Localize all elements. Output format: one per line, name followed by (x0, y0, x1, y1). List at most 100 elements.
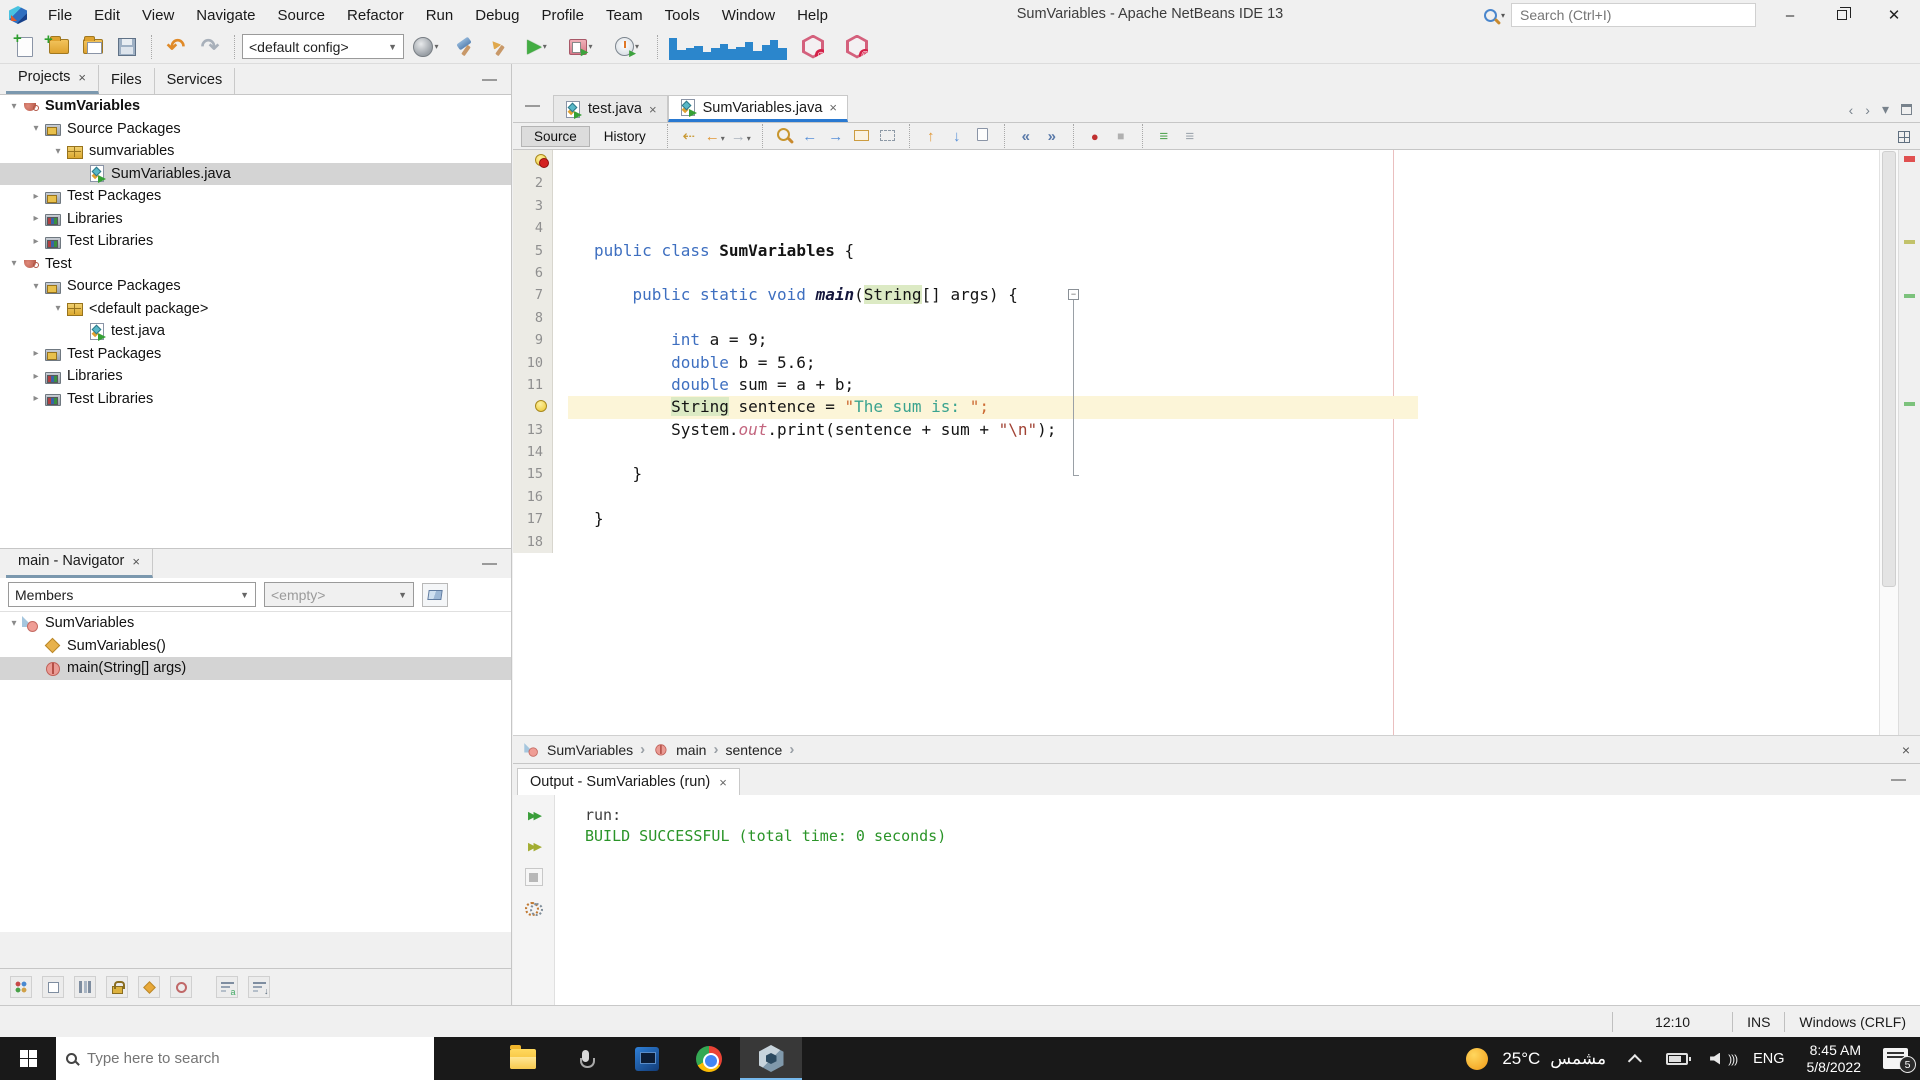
taskbar-search[interactable] (56, 1037, 434, 1080)
code-line-2[interactable]: 2 (513, 172, 1920, 195)
search-icon[interactable] (1483, 8, 1497, 22)
previous-occurrence-icon[interactable]: ← (798, 129, 822, 144)
tree-expand-icon[interactable]: ▾ (6, 618, 22, 629)
navigator-view-select[interactable]: Members ▼ (8, 582, 256, 607)
tree-expand-icon[interactable]: ▸ (28, 191, 44, 202)
undo-button[interactable]: ↶ (159, 33, 193, 61)
fold-column[interactable] (553, 172, 568, 194)
move-up-icon[interactable]: ↑ (919, 129, 943, 144)
filter-constructors-button[interactable] (138, 976, 160, 998)
gutter-line-18[interactable]: 18 (513, 530, 553, 554)
fold-column[interactable] (553, 329, 568, 351)
code-line-8[interactable]: 8 (513, 306, 1920, 330)
editor-tab-test-java[interactable]: test.java × (553, 95, 668, 122)
tree-item-test-libraries[interactable]: ▸ Test Libraries (0, 230, 511, 253)
gutter-line-10[interactable]: 10 (513, 351, 553, 374)
close-icon[interactable]: × (649, 102, 657, 117)
menu-help[interactable]: Help (786, 2, 839, 29)
rerun-button[interactable]: ▶▶ (522, 804, 546, 826)
source-view-button[interactable]: Source (521, 125, 590, 147)
gutter-line-3[interactable]: 3 (513, 194, 553, 218)
fold-column[interactable] (553, 396, 568, 418)
run-project-button[interactable]: ▶ ▾ (516, 33, 558, 61)
next-occurrence-icon[interactable]: → (824, 129, 848, 144)
fold-column[interactable] (553, 352, 568, 374)
fold-column[interactable] (553, 463, 568, 485)
tree-item-source-packages[interactable]: ▾ Source Packages (0, 118, 511, 141)
code-line-6[interactable]: 6 (513, 261, 1920, 285)
fold-collapse-icon[interactable]: − (1068, 289, 1079, 301)
tree-item-test[interactable]: ▾ Test (0, 253, 511, 276)
filter-supertypes-button[interactable] (170, 976, 192, 998)
filter-static-members-button[interactable] (74, 976, 96, 998)
code-editor[interactable]: 2 3 4 5 public class SumVariables {6 7 public… (513, 150, 1920, 735)
gutter-line-8[interactable]: 8 (513, 306, 553, 330)
navigator-inspect-select[interactable]: <empty> ▼ (264, 582, 414, 607)
menu-tools[interactable]: Tools (654, 2, 711, 29)
notification-center-icon[interactable]: 5 (1883, 1048, 1916, 1073)
menu-navigate[interactable]: Navigate (185, 2, 266, 29)
fold-column[interactable] (553, 284, 568, 306)
status-line-ending[interactable]: Windows (CRLF) (1784, 1011, 1920, 1032)
close-icon[interactable]: × (719, 775, 727, 790)
close-breadcrumb-icon[interactable]: × (1902, 742, 1910, 758)
menu-profile[interactable]: Profile (530, 2, 595, 29)
filter-inherited-members-button[interactable] (10, 976, 32, 998)
weather-sun-icon[interactable] (1466, 1047, 1489, 1070)
fold-column[interactable] (553, 486, 568, 508)
tab-services[interactable]: Services (155, 68, 236, 94)
filter-non-public-button[interactable] (106, 976, 128, 998)
weather-label[interactable]: مشمس (1550, 1049, 1606, 1069)
tree-item-main-string-args-[interactable]: main(String[] args) (0, 657, 511, 680)
tree-item-test-libraries[interactable]: ▸ Test Libraries (0, 388, 511, 411)
profile-project-button[interactable]: ▾ (604, 33, 650, 61)
scroll-tabs-left-icon[interactable]: ‹ (1849, 102, 1854, 118)
uncomment-icon[interactable]: ≡ (1178, 129, 1202, 144)
move-down-icon[interactable]: ↓ (945, 129, 969, 144)
fold-column[interactable] (553, 195, 568, 217)
restore-button[interactable] (1816, 0, 1868, 30)
split-document-icon[interactable] (1898, 131, 1910, 143)
code-line-4[interactable]: 4 (513, 217, 1920, 240)
comment-icon[interactable]: ≡ (1152, 129, 1176, 144)
gutter-line-5[interactable]: 5 (513, 239, 553, 262)
gutter-line-16[interactable]: 16 (513, 485, 553, 509)
taskbar-movies-app[interactable] (616, 1037, 678, 1080)
code-line-18[interactable]: 18 (513, 530, 1920, 554)
set-configuration-button[interactable]: ▾ (404, 33, 448, 61)
code-line-16[interactable]: 16 (513, 485, 1920, 509)
error-bulb-icon[interactable] (534, 154, 549, 168)
tab-list-dropdown-icon[interactable]: ▾ (1882, 101, 1889, 118)
duplicate-line-icon[interactable] (971, 128, 995, 144)
minimize-editor-group-icon[interactable]: — (525, 97, 540, 114)
save-all-button[interactable] (110, 33, 144, 61)
redo-button[interactable]: ↷ (193, 33, 227, 61)
gutter-line-15[interactable]: 15 (513, 463, 553, 486)
gutter-line-11[interactable]: 11 (513, 373, 553, 397)
tree-expand-icon[interactable]: ▸ (28, 393, 44, 404)
gutter-line-9[interactable]: 9 (513, 329, 553, 352)
tab-navigator[interactable]: main - Navigator × (6, 549, 153, 578)
fold-column[interactable] (553, 150, 568, 172)
fold-column[interactable] (553, 240, 568, 262)
sort-source-button[interactable] (248, 976, 270, 998)
taskbar-voice-recorder[interactable] (554, 1037, 616, 1080)
tree-expand-icon[interactable]: ▸ (28, 213, 44, 224)
toggle-highlight-icon[interactable] (850, 129, 874, 144)
close-icon[interactable]: × (829, 100, 837, 115)
tree-item-test-packages[interactable]: ▸ Test Packages (0, 185, 511, 208)
fold-column[interactable] (553, 374, 568, 396)
gutter-line-6[interactable]: 6 (513, 261, 553, 285)
code-line-11[interactable]: 11 double sum = a + b; (513, 373, 1920, 397)
menu-debug[interactable]: Debug (464, 2, 530, 29)
code-line-1[interactable] (513, 150, 1920, 173)
rerun-with-args-button[interactable]: ▶▶ (522, 835, 546, 857)
tree-expand-icon[interactable]: ▾ (50, 303, 66, 314)
menu-run[interactable]: Run (415, 2, 465, 29)
new-project-button[interactable] (42, 31, 76, 61)
code-line-14[interactable]: 14 (513, 441, 1920, 464)
shift-left-icon[interactable]: « (1014, 129, 1038, 144)
rectangular-selection-icon[interactable] (876, 129, 900, 144)
shift-right-icon[interactable]: » (1040, 129, 1064, 144)
speaker-icon[interactable] (1710, 1052, 1721, 1065)
